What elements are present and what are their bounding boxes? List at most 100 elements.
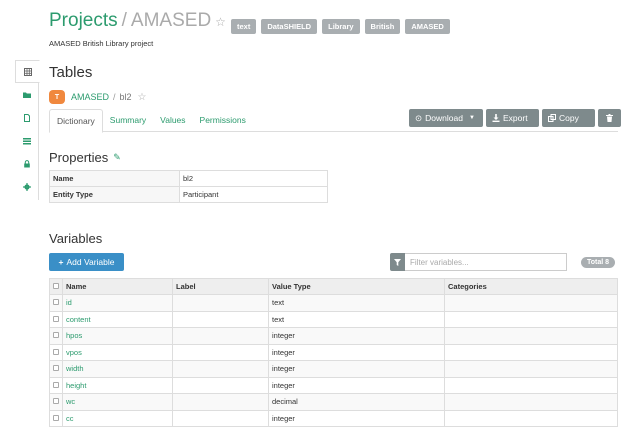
column-header-name[interactable]: Name bbox=[62, 278, 173, 295]
edit-icon[interactable]: ✎ bbox=[113, 152, 121, 163]
table-row: width integer bbox=[49, 360, 618, 378]
breadcrumb-separator: / bbox=[113, 92, 116, 102]
sidebar-item-admin[interactable] bbox=[15, 175, 39, 198]
variable-value-type: decimal bbox=[268, 393, 445, 411]
row-checkbox[interactable] bbox=[49, 327, 63, 345]
properties-title: Properties bbox=[49, 150, 109, 165]
filter-group bbox=[390, 253, 567, 271]
row-checkbox[interactable] bbox=[49, 360, 63, 378]
variable-categories bbox=[444, 294, 618, 312]
variable-categories bbox=[444, 393, 618, 411]
tab-dictionary[interactable]: Dictionary bbox=[49, 109, 103, 133]
list-icon bbox=[23, 137, 31, 144]
row-checkbox[interactable] bbox=[49, 376, 63, 394]
variable-categories bbox=[444, 376, 618, 394]
project-tags: text DataSHIELD Library British AMASED bbox=[231, 19, 450, 34]
caret-down-icon: ▼ bbox=[468, 115, 475, 121]
sidebar bbox=[15, 60, 40, 200]
export-button[interactable]: Export bbox=[486, 109, 539, 127]
table-row: height integer bbox=[49, 376, 618, 394]
copy-label: Copy bbox=[559, 113, 579, 123]
variable-label bbox=[172, 343, 269, 361]
variable-name-link[interactable]: hpos bbox=[62, 327, 173, 345]
sidebar-item-reports[interactable] bbox=[15, 106, 39, 129]
variable-name-link[interactable]: content bbox=[62, 310, 173, 328]
export-label: Export bbox=[503, 113, 528, 123]
property-value: bl2 bbox=[179, 170, 328, 187]
variable-value-type: integer bbox=[268, 409, 445, 427]
tab-values[interactable]: Values bbox=[153, 109, 192, 132]
variable-label bbox=[172, 409, 269, 427]
sidebar-item-files[interactable] bbox=[15, 83, 39, 106]
sidebar-item-tables[interactable] bbox=[15, 60, 40, 83]
breadcrumb-separator: / bbox=[121, 10, 127, 31]
row-checkbox[interactable] bbox=[49, 393, 63, 411]
variable-value-type: integer bbox=[268, 327, 445, 345]
variables-heading: Variables bbox=[49, 231, 103, 246]
property-key: Entity Type bbox=[49, 186, 180, 203]
sidebar-item-permissions[interactable] bbox=[15, 152, 39, 175]
sidebar-item-tasks[interactable] bbox=[15, 129, 39, 152]
property-value: Participant bbox=[179, 186, 328, 203]
variable-name-link[interactable]: cc bbox=[62, 409, 173, 427]
variable-label bbox=[172, 376, 269, 394]
page-header: Projects / AMASED ☆ bbox=[49, 10, 226, 32]
star-icon[interactable]: ☆ bbox=[138, 92, 147, 103]
row-checkbox[interactable] bbox=[49, 294, 63, 312]
row-checkbox[interactable] bbox=[49, 409, 63, 427]
properties-heading: Properties ✎ bbox=[49, 150, 121, 165]
tag-badge[interactable]: text bbox=[231, 19, 257, 34]
row-checkbox[interactable] bbox=[49, 310, 63, 328]
table-row: hpos integer bbox=[49, 327, 618, 345]
table-row: Name bl2 bbox=[49, 170, 328, 187]
variable-categories bbox=[444, 360, 618, 378]
lock-icon bbox=[24, 159, 30, 167]
tag-badge[interactable]: British bbox=[364, 19, 401, 34]
plus-icon: + bbox=[58, 257, 64, 267]
tag-badge[interactable]: Library bbox=[322, 19, 360, 34]
variable-name-link[interactable]: height bbox=[62, 376, 173, 394]
download-button[interactable]: ⊙ Download ▼ bbox=[409, 109, 483, 127]
properties-table: Name bl2 Entity Type Participant bbox=[49, 170, 328, 203]
add-variable-button[interactable]: + Add Variable bbox=[49, 253, 124, 271]
variable-value-type: text bbox=[268, 310, 445, 328]
variable-label bbox=[172, 294, 269, 312]
file-icon bbox=[24, 113, 30, 122]
column-header-value-type[interactable]: Value Type bbox=[268, 278, 445, 295]
select-all-checkbox[interactable] bbox=[49, 278, 63, 295]
star-icon[interactable]: ☆ bbox=[215, 15, 226, 29]
tag-badge[interactable]: AMASED bbox=[405, 19, 450, 34]
projects-link[interactable]: Projects bbox=[49, 10, 118, 32]
variable-label bbox=[172, 360, 269, 378]
table-icon bbox=[23, 67, 32, 76]
breadcrumb-table-name: bl2 bbox=[119, 92, 132, 102]
tables-heading: Tables bbox=[49, 64, 93, 81]
variable-name-link[interactable]: vpos bbox=[62, 343, 173, 361]
variable-name-link[interactable]: id bbox=[62, 294, 173, 312]
table-row: Entity Type Participant bbox=[49, 186, 328, 203]
filter-variables-input[interactable] bbox=[405, 253, 567, 271]
variable-name-link[interactable]: width bbox=[62, 360, 173, 378]
tab-summary[interactable]: Summary bbox=[103, 109, 153, 132]
column-header-categories[interactable]: Categories bbox=[444, 278, 618, 295]
table-row: wc decimal bbox=[49, 393, 618, 411]
project-name: AMASED bbox=[130, 10, 212, 31]
row-checkbox[interactable] bbox=[49, 343, 63, 361]
gear-icon bbox=[23, 182, 31, 191]
project-description: AMASED British Library project bbox=[49, 39, 154, 48]
breadcrumb-project-link[interactable]: AMASED bbox=[71, 92, 109, 102]
trash-icon bbox=[606, 114, 613, 122]
variable-name-link[interactable]: wc bbox=[62, 393, 173, 411]
tag-badge[interactable]: DataSHIELD bbox=[261, 19, 318, 34]
table-row: cc integer bbox=[49, 409, 618, 427]
column-header-label[interactable]: Label bbox=[172, 278, 269, 295]
tab-permissions[interactable]: Permissions bbox=[193, 109, 253, 132]
variable-categories bbox=[444, 343, 618, 361]
folder-icon bbox=[23, 92, 31, 98]
copy-button[interactable]: Copy bbox=[542, 109, 595, 127]
total-badge: Total 8 bbox=[581, 257, 616, 268]
variable-label bbox=[172, 327, 269, 345]
filter-icon bbox=[390, 253, 405, 271]
delete-button[interactable] bbox=[598, 109, 621, 127]
download-icon bbox=[492, 114, 500, 122]
